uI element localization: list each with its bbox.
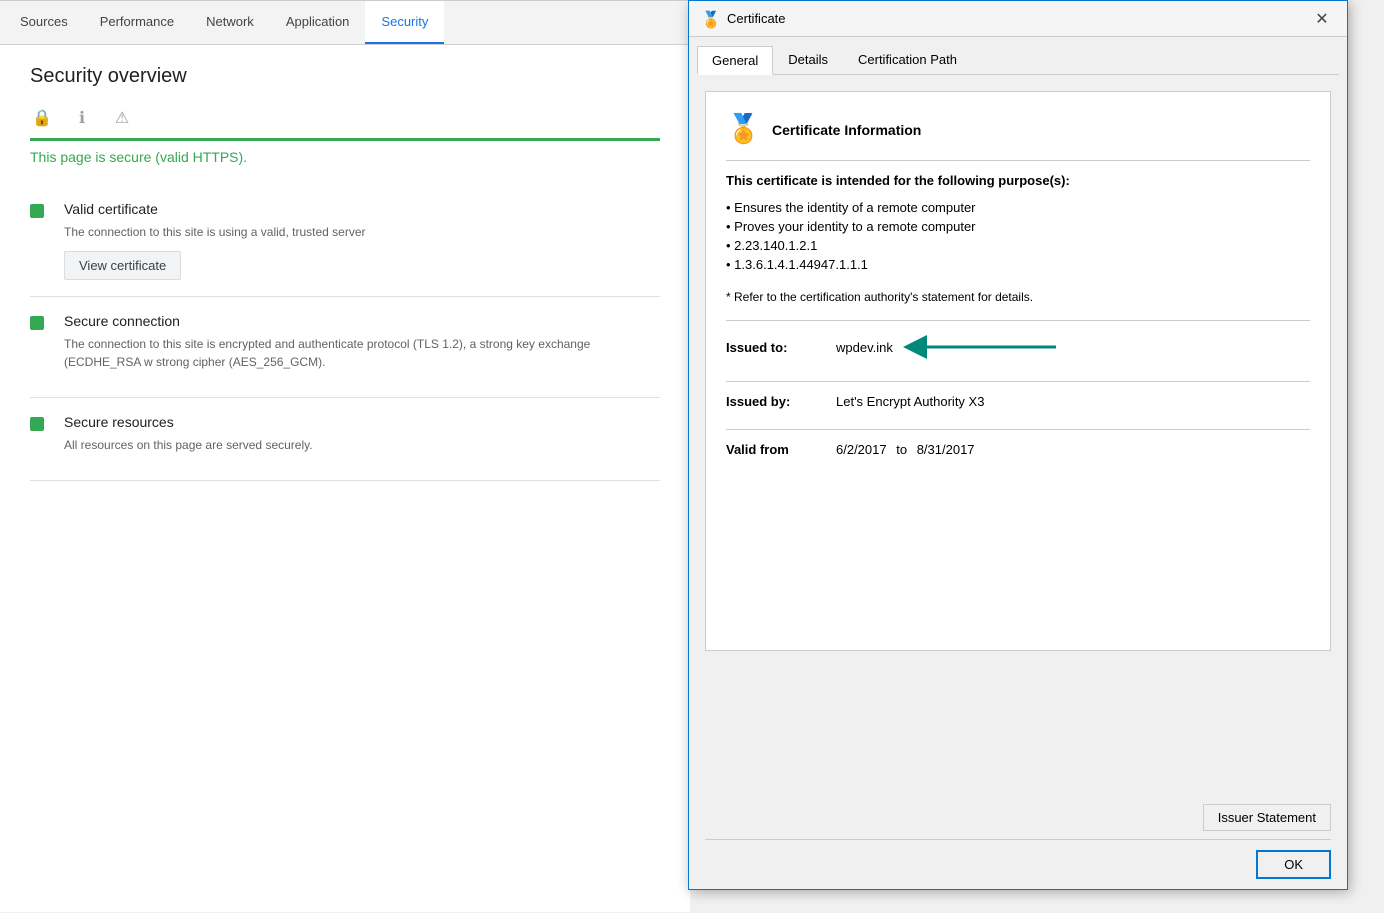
tab-network[interactable]: Network <box>190 1 270 44</box>
cert-header-icon: 🏅 <box>726 112 762 148</box>
valid-cert-content: Valid certificate The connection to this… <box>64 201 660 280</box>
lock-icon: 🔒 <box>30 106 54 130</box>
secure-connection-section: Secure connection The connection to this… <box>30 297 660 398</box>
cert-divider-2 <box>726 381 1310 382</box>
cert-purpose-list: Ensures the identity of a remote compute… <box>726 198 1310 274</box>
cert-tab-general[interactable]: General <box>697 46 773 75</box>
tab-sources[interactable]: Sources <box>4 1 84 44</box>
cert-purpose-item-2: Proves your identity to a remote compute… <box>726 217 1310 236</box>
tab-security[interactable]: Security <box>365 1 444 44</box>
cert-divider-3 <box>726 429 1310 430</box>
certificate-dialog: 🏅 Certificate ✕ General Details Certific… <box>688 0 1348 890</box>
green-accent-line <box>30 138 660 141</box>
cert-titlebar-left: 🏅 Certificate <box>701 10 786 28</box>
cert-valid-from-value: 6/2/2017 <box>836 442 887 457</box>
cert-issued-by-value: Let's Encrypt Authority X3 <box>836 394 984 409</box>
cert-purpose-item-1: Ensures the identity of a remote compute… <box>726 198 1310 217</box>
cert-close-button[interactable]: ✕ <box>1309 6 1335 32</box>
cert-dialog-title: Certificate <box>727 11 786 26</box>
secure-resources-section: Secure resources All resources on this p… <box>30 398 660 481</box>
cert-purpose-item-4: 1.3.6.1.4.1.44947.1.1.1 <box>726 255 1310 274</box>
cert-issued-by-label: Issued by: <box>726 394 836 409</box>
cert-issued-to-value: wpdev.ink <box>836 340 893 355</box>
secure-res-indicator <box>30 417 44 431</box>
cert-ok-button[interactable]: OK <box>1256 850 1331 879</box>
cert-refer-note: * Refer to the certification authority's… <box>726 290 1310 304</box>
cert-valid-from-label: Valid from <box>726 442 836 457</box>
tab-bar: Sources Performance Network Application … <box>0 1 690 45</box>
cert-issued-to-row: Issued to: wpdev.ink <box>726 333 1310 361</box>
valid-certificate-section: Valid certificate The connection to this… <box>30 185 660 297</box>
cert-issued-by-row: Issued by: Let's Encrypt Authority X3 <box>726 394 1310 409</box>
info-icon: ℹ <box>70 106 94 130</box>
cert-footer-bottom: OK <box>705 839 1331 879</box>
secure-conn-desc: The connection to this site is encrypted… <box>64 335 660 371</box>
cert-footer-top: Issuer Statement <box>705 804 1331 831</box>
security-content: Security overview 🔒 ℹ ⚠ This page is sec… <box>0 45 690 913</box>
security-title: Security overview <box>30 65 660 88</box>
secure-message: This page is secure (valid HTTPS). <box>30 149 660 165</box>
valid-cert-indicator <box>30 204 44 218</box>
cert-valid-row: Valid from 6/2/2017 to 8/31/2017 <box>726 442 1310 457</box>
secure-res-content: Secure resources All resources on this p… <box>64 414 660 464</box>
tab-performance[interactable]: Performance <box>84 1 190 44</box>
cert-body: 🏅 Certificate Information This certifica… <box>689 75 1347 794</box>
view-certificate-button[interactable]: View certificate <box>64 251 181 280</box>
cert-tab-details[interactable]: Details <box>773 45 843 74</box>
secure-res-title: Secure resources <box>64 414 660 430</box>
cert-valid-to-value: 8/31/2017 <box>917 442 975 457</box>
cert-issued-to-label: Issued to: <box>726 340 836 355</box>
security-icons: 🔒 ℹ ⚠ <box>30 106 660 130</box>
cert-info-header: 🏅 Certificate Information <box>726 112 1310 161</box>
secure-res-desc: All resources on this page are served se… <box>64 436 660 454</box>
teal-arrow-annotation <box>901 333 1061 361</box>
cert-info-title: Certificate Information <box>772 122 921 138</box>
valid-cert-desc: The connection to this site is using a v… <box>64 223 660 241</box>
cert-footer: Issuer Statement OK <box>689 794 1347 889</box>
cert-purpose-title: This certificate is intended for the fol… <box>726 173 1310 188</box>
secure-conn-title: Secure connection <box>64 313 660 329</box>
valid-cert-title: Valid certificate <box>64 201 660 217</box>
cert-badge-icon: 🏅 <box>701 10 719 28</box>
secure-conn-content: Secure connection The connection to this… <box>64 313 660 381</box>
cert-tabs: General Details Certification Path <box>689 37 1347 74</box>
cert-divider-1 <box>726 320 1310 321</box>
devtools-panel: Sources Performance Network Application … <box>0 0 690 912</box>
issuer-statement-button[interactable]: Issuer Statement <box>1203 804 1331 831</box>
warning-icon: ⚠ <box>110 106 134 130</box>
tab-application[interactable]: Application <box>270 1 366 44</box>
cert-info-box: 🏅 Certificate Information This certifica… <box>705 91 1331 651</box>
cert-purpose-item-3: 2.23.140.1.2.1 <box>726 236 1310 255</box>
cert-valid-to-label: to <box>896 442 907 457</box>
cert-tab-certification-path[interactable]: Certification Path <box>843 45 972 74</box>
cert-titlebar: 🏅 Certificate ✕ <box>689 1 1347 37</box>
secure-conn-indicator <box>30 316 44 330</box>
